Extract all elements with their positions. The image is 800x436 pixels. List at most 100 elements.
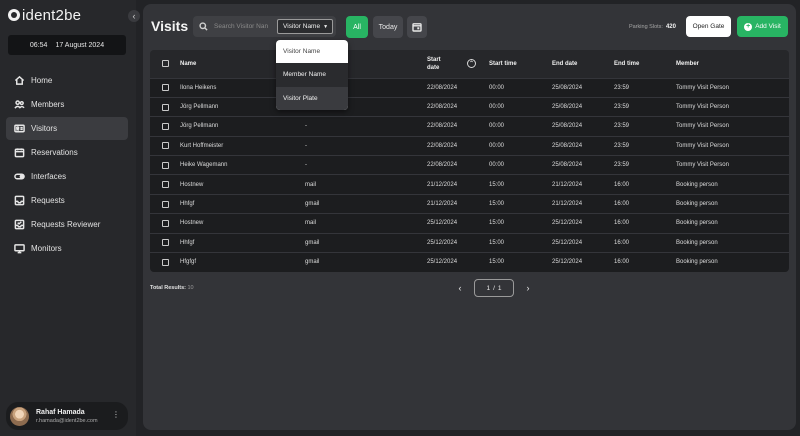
cell-end-time: 16:00 [614, 201, 630, 208]
cell-plate: - [305, 162, 307, 169]
page-title: Visits [151, 18, 189, 34]
table-row[interactable]: Jörg Pellmann - 22/08/2024 00:00 25/08/2024 2… [150, 116, 789, 137]
row-checkbox-cell [150, 253, 180, 272]
row-checkbox[interactable] [162, 122, 169, 130]
row-checkbox-cell [150, 175, 180, 194]
column-header-end-time[interactable]: End time [614, 50, 676, 78]
row-checkbox[interactable] [162, 84, 169, 92]
page-indicator[interactable]: 1 / 1 [474, 279, 514, 297]
filter-all-button[interactable]: All [346, 16, 368, 38]
home-icon [13, 75, 25, 87]
cell-member: Booking person [676, 239, 718, 246]
row-checkbox[interactable] [162, 161, 169, 169]
cell-plate: - [305, 123, 307, 130]
cell-end-date: 25/12/2024 [552, 239, 583, 246]
logo[interactable]: ident2be [8, 6, 81, 24]
row-checkbox-cell [150, 97, 180, 116]
cell-start-date: 25/12/2024 [427, 220, 458, 227]
id-card-icon [13, 123, 25, 135]
table-row[interactable]: Hhfgf gmail 21/12/2024 15:00 21/12/2024 16:00… [150, 194, 789, 214]
dropdown-option-visitor-plate[interactable]: Visitor Plate [276, 86, 348, 110]
cell-start-time: 00:00 [489, 162, 505, 169]
parking-label: Parking Slots: [629, 24, 663, 30]
clock-date: 17 August 2024 [55, 41, 105, 49]
table-row[interactable]: Hostnew mail 25/12/2024 15:00 25/12/2024 16:0… [150, 213, 789, 234]
calendar-icon [13, 147, 25, 159]
cell-end-time: 16:00 [614, 220, 630, 227]
row-checkbox-cell [150, 136, 180, 155]
filter-today-button[interactable]: Today [373, 16, 403, 38]
cell-end-date: 25/08/2024 [552, 104, 583, 111]
cell-start-time: 15:00 [489, 259, 505, 266]
sidebar-item-monitors[interactable]: Monitors [6, 237, 128, 260]
cell-start-date: 22/08/2024 [427, 84, 458, 91]
cell-start-date: 22/08/2024 [427, 142, 458, 149]
inbox-icon [13, 195, 25, 207]
sidebar-item-visitors[interactable]: Visitors [6, 117, 128, 140]
sidebar-item-members[interactable]: Members [6, 93, 128, 116]
table-row[interactable]: Hostnew mail 21/12/2024 15:00 21/12/2024 16:0… [150, 174, 789, 195]
chevron-left-icon[interactable]: ‹ [456, 283, 464, 293]
kebab-menu-icon[interactable]: ⋮ [112, 411, 120, 419]
pagination: ‹ 1 / 1 › [456, 279, 532, 297]
logo-text: ident2be [22, 6, 82, 24]
search-field-select[interactable]: Visitor Name ▼ [277, 19, 333, 34]
column-header-label: Start date [427, 56, 441, 71]
page-separator: / [493, 284, 495, 292]
chevron-left-icon[interactable]: ‹ [128, 10, 140, 22]
cell-plate: mail [305, 220, 317, 227]
dropdown-option-visitor-name[interactable]: Visitor Name [276, 40, 348, 63]
table-row[interactable]: Hfgfgf gmail 25/12/2024 15:00 25/12/2024 16:0… [150, 252, 789, 272]
sidebar-item-interfaces[interactable]: Interfaces [6, 165, 128, 188]
column-header-member[interactable]: Member [676, 50, 789, 78]
row-checkbox-cell [150, 194, 180, 213]
row-checkbox[interactable] [162, 200, 169, 208]
cell-end-time: 16:00 [614, 259, 630, 266]
row-checkbox[interactable] [162, 142, 169, 150]
logo-mark-icon [8, 9, 20, 21]
column-header-start-time[interactable]: Start time [489, 50, 552, 78]
user-card[interactable]: Rahaf Hamada r.hamada@ident2be.com ⋮ [6, 402, 128, 430]
page-total: 1 [497, 284, 502, 292]
dropdown-option-member-name[interactable]: Member Name [276, 63, 348, 87]
cell-start-date: 21/12/2024 [427, 181, 458, 188]
clock-time: 06:54 [29, 41, 48, 49]
total-label: Total Results: [150, 285, 186, 291]
sidebar-item-requests-reviewer[interactable]: Requests Reviewer [6, 213, 128, 236]
table-row[interactable]: Jörg Pellmann 22/08/2024 00:00 25/08/2024 23… [150, 97, 789, 117]
cell-end-time: 23:59 [614, 104, 630, 111]
column-header-start-date[interactable]: Start date ⌃ [427, 50, 489, 78]
search-icon [199, 22, 208, 31]
search-input[interactable] [214, 23, 270, 30]
sidebar-item-reservations[interactable]: Reservations [6, 141, 128, 164]
select-all-checkbox[interactable] [162, 60, 169, 68]
add-visit-button[interactable]: + Add Visit [737, 16, 788, 37]
chevron-right-icon[interactable]: › [524, 283, 532, 293]
cell-name: Hhfgf [180, 239, 195, 246]
total-results: Total Results: 10 [150, 285, 194, 291]
row-checkbox-cell [150, 78, 180, 97]
cell-name: Hostnew [180, 220, 204, 227]
date-picker-button[interactable] [407, 16, 427, 38]
sidebar-item-requests[interactable]: Requests [6, 189, 128, 212]
table-row[interactable]: Hhfgf gmail 25/12/2024 15:00 25/12/2024 16:00… [150, 233, 789, 253]
sort-up-icon[interactable]: ⌃ [467, 59, 476, 69]
cell-plate: - [305, 142, 307, 149]
table-row[interactable]: Ilona Heikens 22/08/2024 00:00 25/08/2024 23… [150, 78, 789, 98]
row-checkbox[interactable] [162, 103, 169, 111]
sidebar-item-label: Interfaces [31, 172, 67, 181]
table-row[interactable]: Heike Wagemann - 22/08/2024 00:00 25/08/2024… [150, 155, 789, 175]
users-icon [13, 99, 25, 111]
row-checkbox[interactable] [162, 258, 169, 266]
page-current: 1 [486, 284, 491, 292]
sidebar-item-home[interactable]: Home [6, 69, 128, 92]
open-gate-button[interactable]: Open Gate [686, 16, 731, 37]
sidebar: ident2be 06:54 17 August 2024 Home Membe… [0, 0, 136, 436]
row-checkbox[interactable] [162, 239, 169, 247]
row-checkbox[interactable] [162, 181, 169, 189]
cell-name: Heike Wagemann [180, 162, 228, 169]
column-header-end-date[interactable]: End date [552, 50, 614, 78]
row-checkbox-cell [150, 214, 180, 233]
table-row[interactable]: Kurt Hoffmeister - 22/08/2024 00:00 25/08/20… [150, 136, 789, 156]
row-checkbox[interactable] [162, 219, 169, 227]
